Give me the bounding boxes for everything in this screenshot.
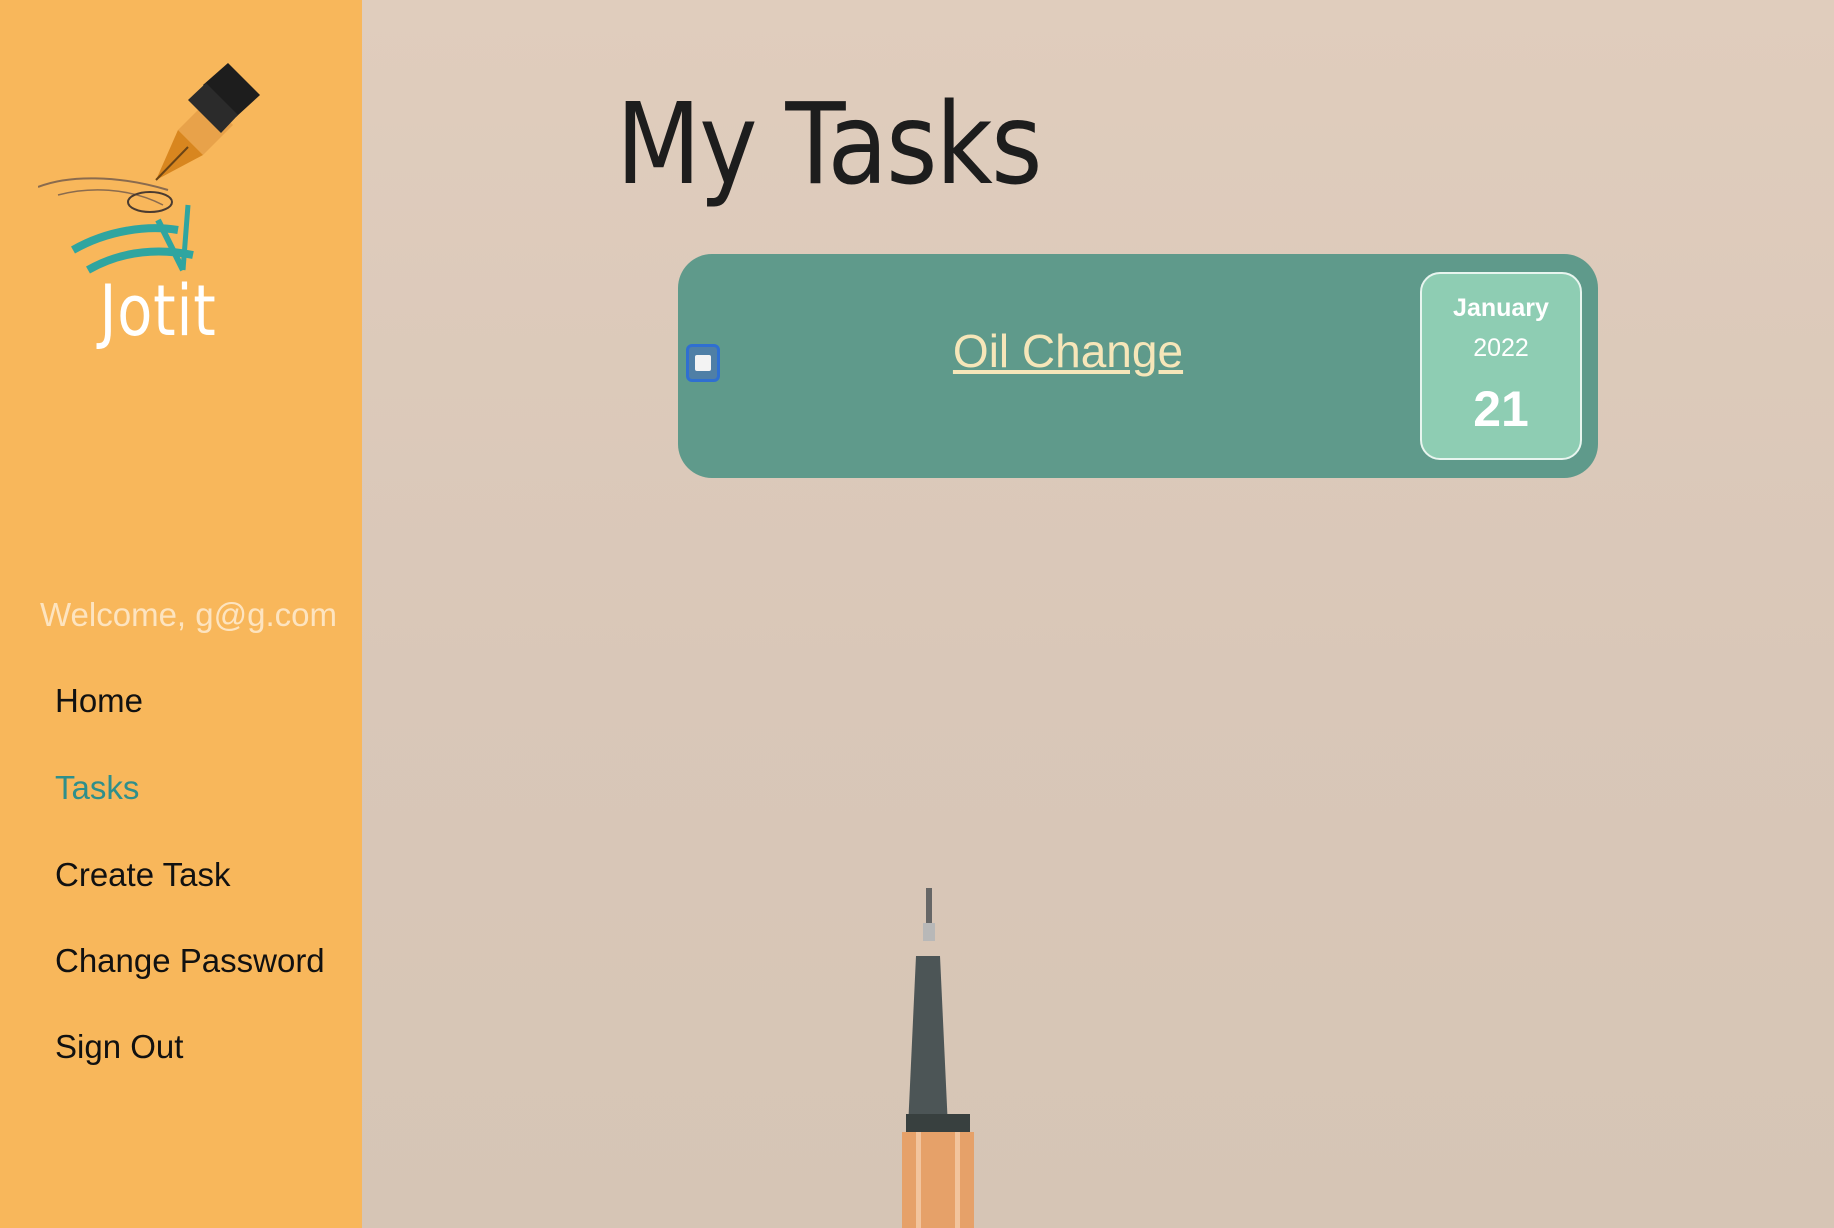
logo-text: Jotit <box>99 270 217 352</box>
sidebar: Jotit Welcome, g@g.com Home Tasks Create… <box>0 0 362 1228</box>
page-title: My Tasks <box>616 80 1042 210</box>
task-date-day: 21 <box>1473 381 1529 437</box>
task-date-month: January <box>1453 294 1549 322</box>
nav-change-password[interactable]: Change Password <box>55 942 325 980</box>
task-date-badge: January 2022 21 <box>1420 272 1582 460</box>
nav-create-task[interactable]: Create Task <box>55 856 230 894</box>
task-card: Oil Change January 2022 21 <box>678 254 1598 478</box>
nav-home[interactable]: Home <box>55 682 143 720</box>
pen-illustration <box>902 888 974 1228</box>
task-title-link[interactable]: Oil Change <box>678 324 1458 378</box>
nav-sign-out[interactable]: Sign Out <box>55 1028 183 1066</box>
nav-tasks[interactable]: Tasks <box>55 769 139 807</box>
fountain-pen-logo-icon <box>37 63 260 274</box>
main-content: My Tasks Oil Change January 2022 21 <box>362 0 1834 1228</box>
welcome-message: Welcome, g@g.com <box>40 596 337 633</box>
jotit-logo[interactable]: Jotit <box>37 55 278 355</box>
task-date-year: 2022 <box>1473 334 1529 362</box>
